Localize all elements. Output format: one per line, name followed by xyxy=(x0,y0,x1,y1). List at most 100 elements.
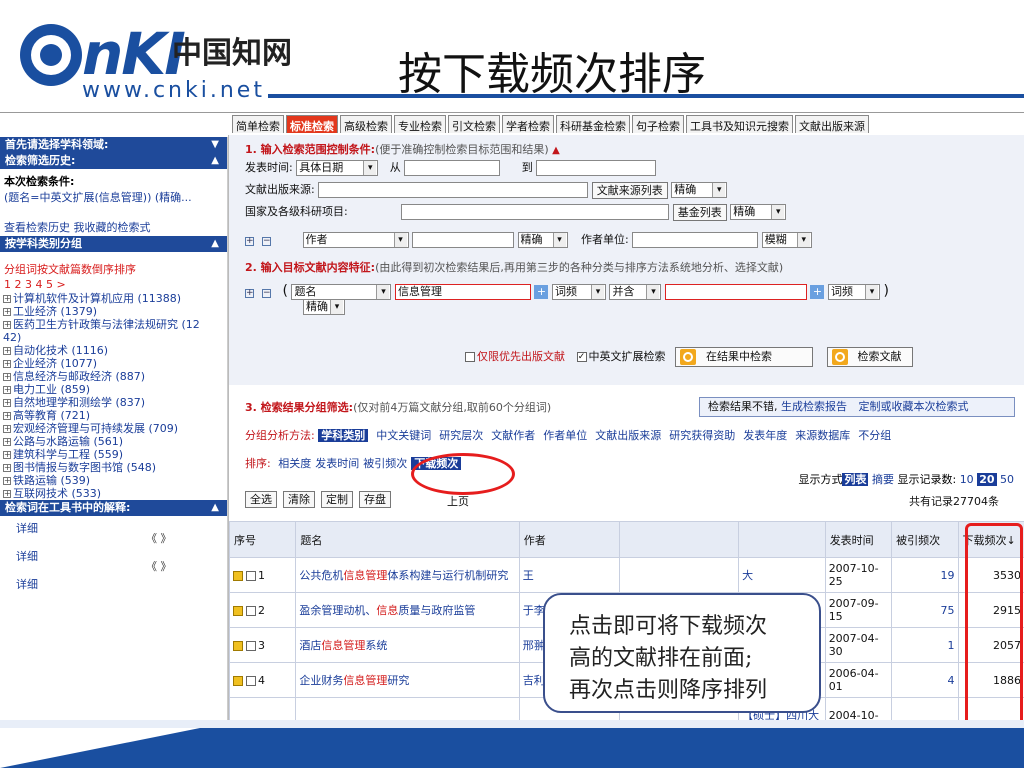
expand-plus-icon[interactable]: + xyxy=(245,237,254,246)
table-row[interactable]: 1 公共危机信息管理体系构建与运行机制研究王大 2007-10-25 19 3530 xyxy=(228,557,1024,593)
expand-plus-icon[interactable]: + xyxy=(3,464,11,472)
source-list-button[interactable]: 文献来源列表 xyxy=(591,181,668,199)
keyword2-input[interactable] xyxy=(664,284,807,300)
tab-4[interactable]: 引文检索 xyxy=(448,115,500,133)
subject-item[interactable]: + 高等教育 (721) xyxy=(0,409,227,422)
source-exact-select[interactable]: 精确 xyxy=(671,182,728,198)
source-input[interactable] xyxy=(318,182,589,198)
expand-plus-icon[interactable]: + xyxy=(3,399,11,407)
save-query-link[interactable]: 定制或收藏本次检索式 xyxy=(859,400,969,413)
tab-6[interactable]: 科研基金检索 xyxy=(556,115,630,133)
expand-plus-icon[interactable]: + xyxy=(3,308,11,316)
collapse-up-icon[interactable]: ▲ xyxy=(211,153,219,169)
display-abstract-toggle[interactable]: 摘要 xyxy=(872,473,894,486)
sort-option[interactable]: 被引频次 xyxy=(363,457,407,470)
title-cell[interactable]: 公共危机信息管理体系构建与运行机制研究 xyxy=(295,557,520,593)
collapse-minus-icon[interactable]: − xyxy=(262,289,271,298)
detail-link[interactable]: 详细 xyxy=(16,550,38,563)
title-cell[interactable]: 酒店信息管理系统 xyxy=(295,627,520,663)
group-option[interactable]: 发表年度 xyxy=(743,429,787,442)
fund-list-button[interactable]: 基金列表 xyxy=(672,203,727,221)
collapse-minus-icon[interactable]: − xyxy=(262,237,271,246)
group-option[interactable]: 研究获得资助 xyxy=(669,429,735,442)
to-date-input[interactable] xyxy=(536,160,657,176)
title-cell[interactable] xyxy=(295,697,520,720)
subject-bar[interactable]: 首先请选择学科领域: ▼ xyxy=(0,137,227,153)
expand-checkbox[interactable]: ✓ xyxy=(576,352,587,362)
group-option[interactable]: 文献出版来源 xyxy=(595,429,661,442)
row-checkbox[interactable] xyxy=(246,605,256,616)
detail-item[interactable]: 详细《 》 xyxy=(0,544,227,573)
subject-item[interactable]: 42) xyxy=(0,331,227,344)
subject-item[interactable]: + 宏观经济管理与可持续发展 (709) xyxy=(0,422,227,435)
author-exact-select[interactable]: 精确 xyxy=(517,232,568,248)
subject-item[interactable]: + 自然地理学和测绘学 (837) xyxy=(0,396,227,409)
collapse-up-icon[interactable]: ▲ xyxy=(552,145,560,156)
content-field-select[interactable]: 题名 xyxy=(291,284,392,300)
expand-plus-icon[interactable]: + xyxy=(3,451,11,459)
cited-cell[interactable]: 75 xyxy=(891,592,959,628)
expand-plus-icon[interactable]: + xyxy=(3,438,11,446)
tab-7[interactable]: 句子检索 xyxy=(632,115,684,133)
sort-option[interactable]: 发表时间 xyxy=(315,457,359,470)
group-option[interactable]: 研究层次 xyxy=(439,429,483,442)
add-term-icon[interactable]: + xyxy=(810,285,825,299)
expand-plus-icon[interactable]: + xyxy=(3,412,11,420)
note-icon[interactable] xyxy=(233,605,243,616)
freq2-select[interactable]: 词频 xyxy=(827,284,880,300)
cited-cell[interactable]: 19 xyxy=(891,557,959,593)
expand-plus-icon[interactable]: + xyxy=(245,289,254,298)
priority-checkbox[interactable] xyxy=(465,352,475,362)
detail-item[interactable]: 详细 xyxy=(0,572,227,600)
title-cell[interactable]: 盈余管理动机、信息质量与政府监管 xyxy=(295,592,520,628)
display-list-toggle[interactable]: 列表 xyxy=(842,473,869,486)
subject-item[interactable]: + 图书情报与数字图书馆 (548) xyxy=(0,461,227,474)
group-option[interactable]: 学科类别 xyxy=(318,429,369,442)
subject-item[interactable]: + 计算机软件及计算机应用 (11388) xyxy=(0,292,227,305)
group-option[interactable]: 文献作者 xyxy=(491,429,535,442)
cond-value[interactable]: (题名=中英文扩展(信息管理)) (精确... xyxy=(0,190,227,206)
collapse-up-icon[interactable]: ▲ xyxy=(211,500,219,516)
collapse-down-icon[interactable]: ▼ xyxy=(211,137,219,153)
subject-item[interactable]: + 互联网技术 (533) xyxy=(0,487,227,500)
group-bar[interactable]: 按学科类别分组 ▲ xyxy=(0,236,227,252)
subject-item[interactable]: + 工业经济 (1379) xyxy=(0,305,227,318)
subject-item[interactable]: + 医药卫生方针政策与法律法规研究 (12 xyxy=(0,318,227,331)
expand-plus-icon[interactable]: + xyxy=(3,425,11,433)
row-checkbox[interactable] xyxy=(246,570,256,581)
subject-item[interactable]: + 铁路运输 (539) xyxy=(0,474,227,487)
unit-fuzzy-select[interactable]: 模糊 xyxy=(761,232,812,248)
expand-plus-icon[interactable]: + xyxy=(3,321,11,329)
action-button[interactable]: 全选 xyxy=(245,491,277,508)
group-option[interactable]: 来源数据库 xyxy=(795,429,850,442)
records-10[interactable]: 10 xyxy=(960,473,974,486)
author-field-select[interactable]: 作者 xyxy=(302,232,409,248)
fund-exact-select[interactable]: 精确 xyxy=(730,204,787,220)
tab-3[interactable]: 专业检索 xyxy=(394,115,446,133)
from-date-input[interactable] xyxy=(404,160,501,176)
expand-plus-icon[interactable]: + xyxy=(3,373,11,381)
row-checkbox[interactable] xyxy=(246,640,256,651)
detail-link[interactable]: 详细 xyxy=(16,522,38,535)
tab-9[interactable]: 文献出版来源 xyxy=(795,115,869,133)
note-icon[interactable] xyxy=(233,570,243,581)
author-unit-input[interactable] xyxy=(632,232,759,248)
group-option[interactable]: 不分组 xyxy=(858,429,891,442)
fund-input[interactable] xyxy=(401,204,670,220)
row-checkbox[interactable] xyxy=(246,675,256,686)
tab-5[interactable]: 学者检索 xyxy=(502,115,554,133)
expand-plus-icon[interactable]: + xyxy=(3,295,11,303)
expand-plus-icon[interactable]: + xyxy=(3,490,11,498)
expand-plus-icon[interactable]: + xyxy=(3,386,11,394)
expand-plus-icon[interactable]: + xyxy=(3,477,11,485)
collapse-up-icon[interactable]: ▲ xyxy=(211,236,219,252)
author-input[interactable] xyxy=(412,232,514,248)
subject-item[interactable]: + 建筑科学与工程 (559) xyxy=(0,448,227,461)
records-20[interactable]: 20 xyxy=(977,473,997,486)
subject-pages[interactable]: 1 2 3 4 5 > xyxy=(0,278,227,292)
generate-report-link[interactable]: 生成检索报告 xyxy=(781,400,847,413)
detail-item[interactable]: 详细《 》 xyxy=(0,516,227,545)
subject-item[interactable]: + 企业经济 (1077) xyxy=(0,357,227,370)
subject-item[interactable]: + 信息经济与邮政经济 (887) xyxy=(0,370,227,383)
subject-item[interactable]: + 公路与水路运输 (561) xyxy=(0,435,227,448)
